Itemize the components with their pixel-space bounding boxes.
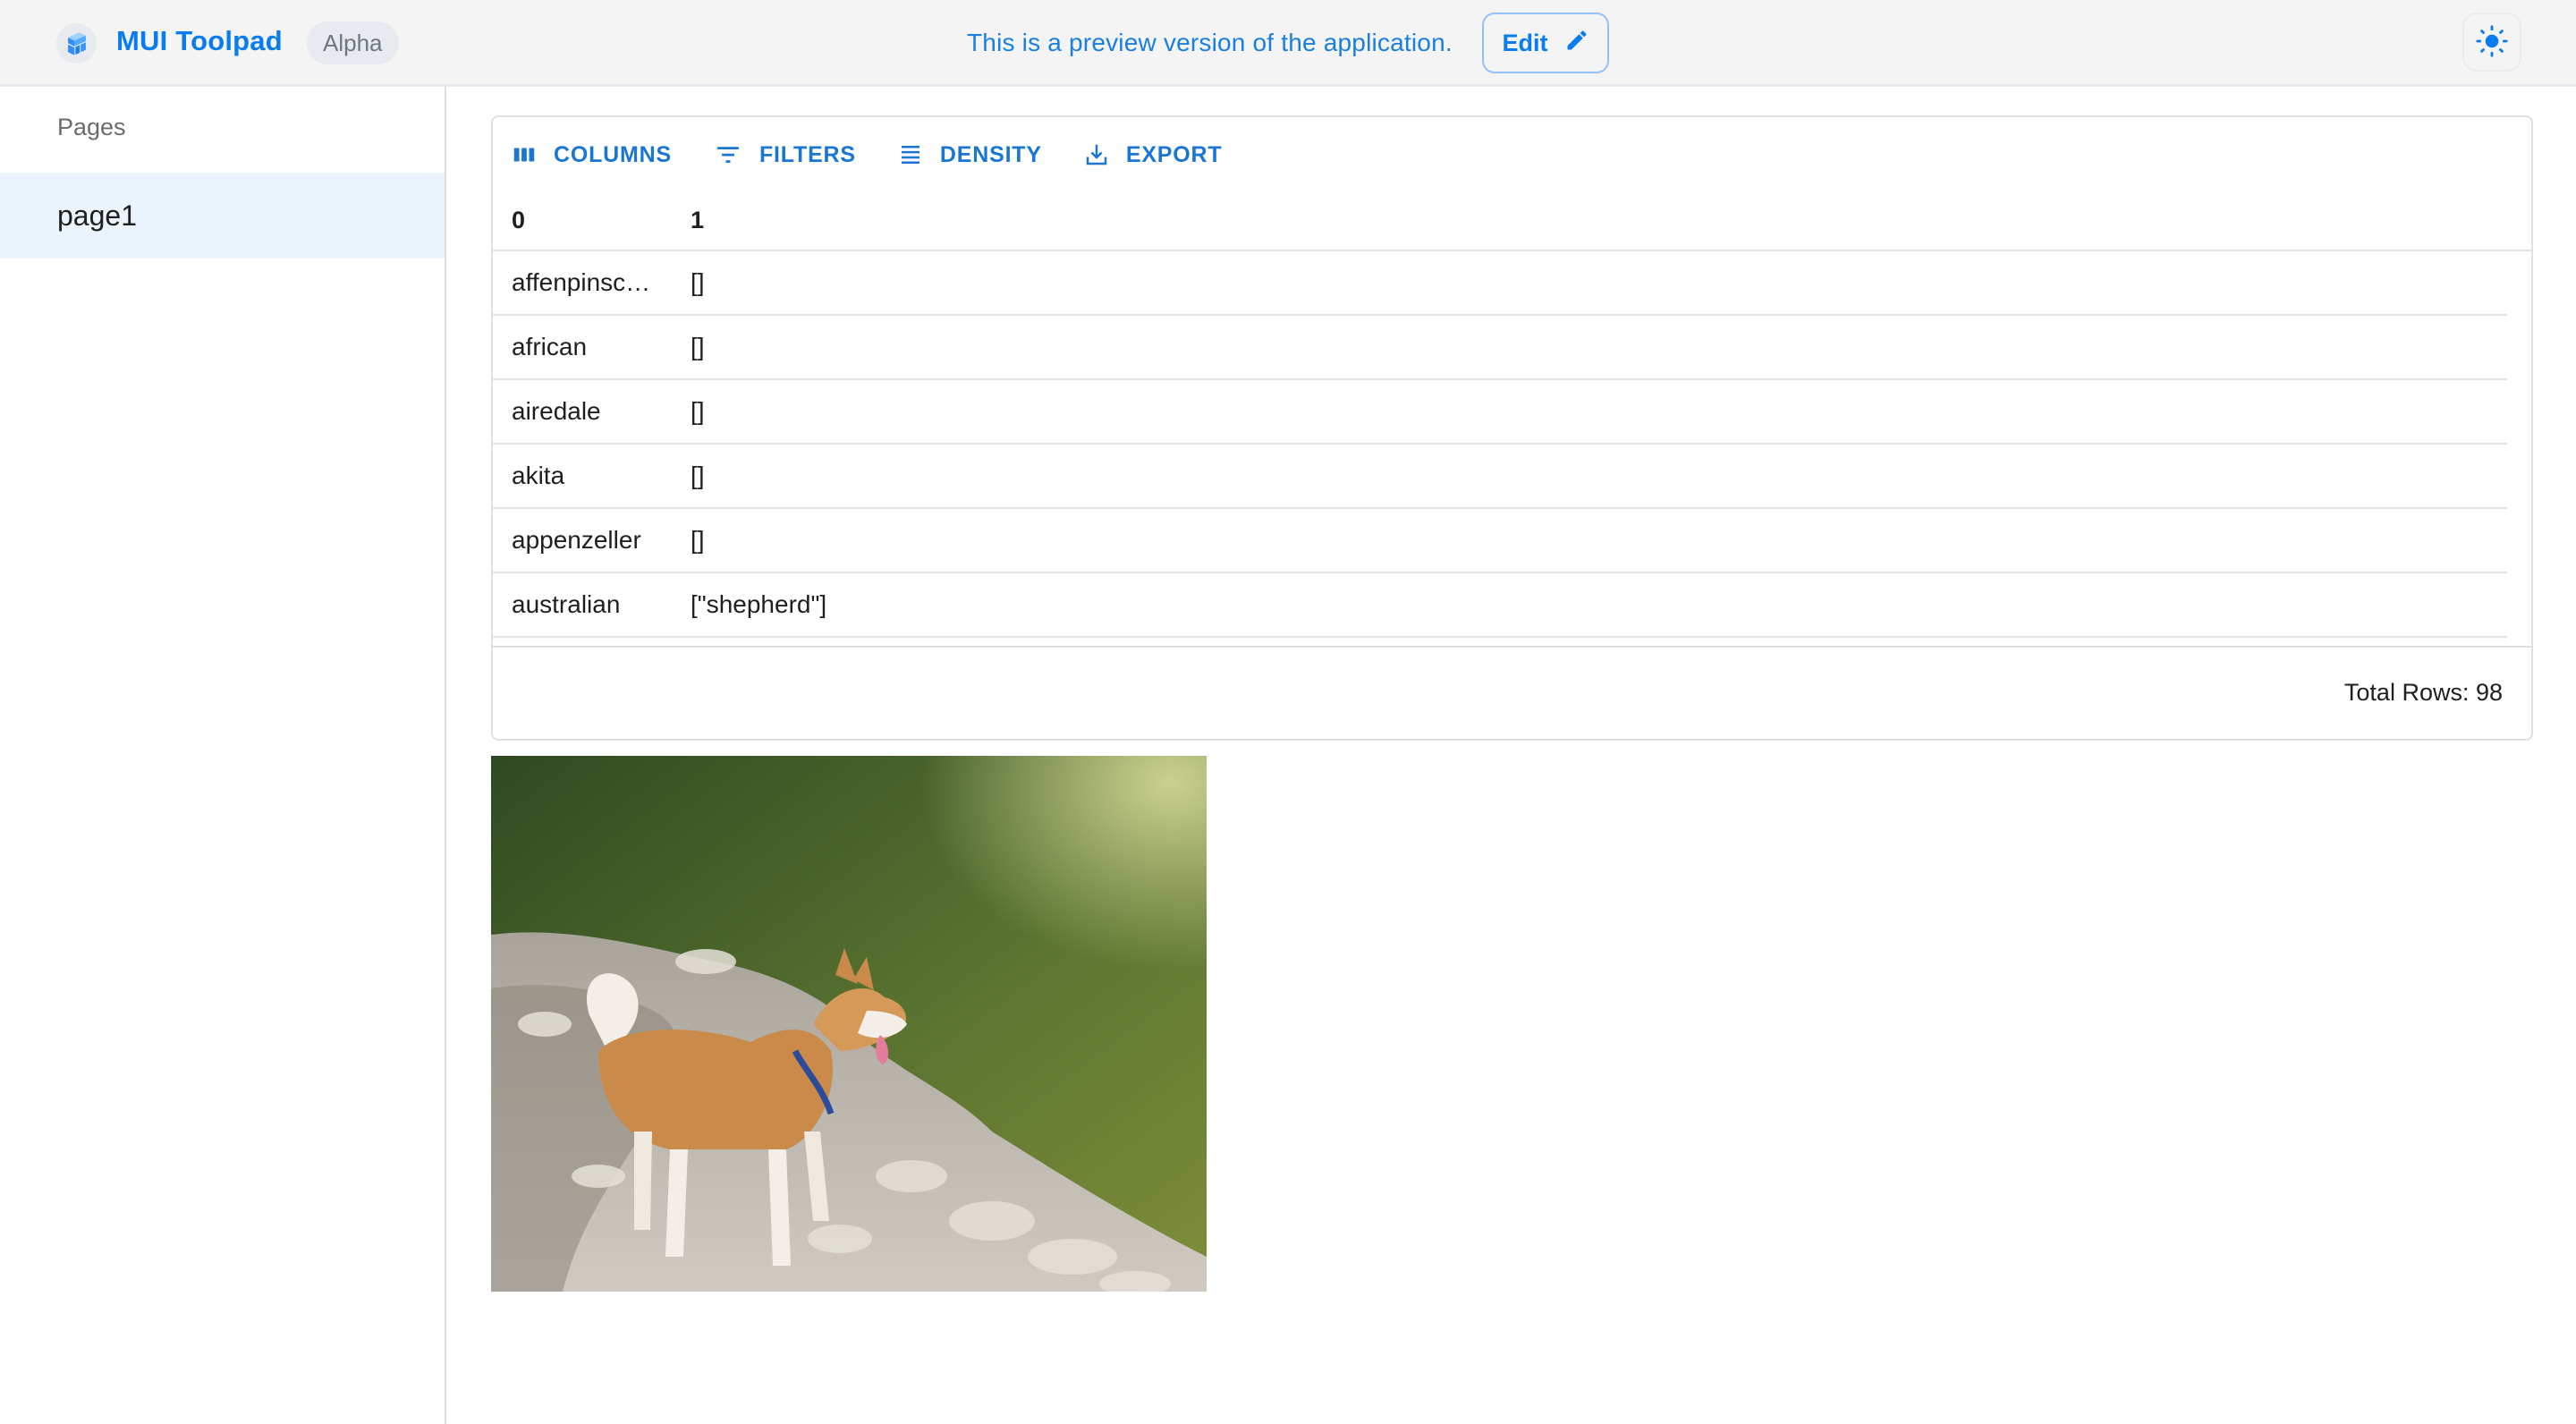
toolpad-logo-icon [56, 23, 97, 64]
table-row[interactable]: african [] [493, 316, 2507, 380]
download-icon [1083, 141, 1110, 168]
total-rows: Total Rows: 98 [2343, 679, 2503, 706]
density-icon [897, 141, 924, 168]
cell-breed[interactable]: akita [512, 445, 659, 507]
cell-sub-breeds[interactable]: [] [691, 445, 2390, 507]
grid-footer: Total Rows: 98 [493, 646, 2531, 741]
app-header: MUI Toolpad Alpha This is a preview vers… [0, 0, 2576, 87]
column-header-1[interactable]: 1 [691, 189, 704, 251]
edit-button-label: Edit [1502, 29, 1548, 56]
cell-breed[interactable]: australian [512, 573, 659, 636]
table-row[interactable]: appenzeller [] [493, 509, 2507, 573]
cell-sub-breeds[interactable]: [] [691, 380, 2390, 443]
sidebar-heading: Pages [57, 114, 126, 140]
theme-toggle-button[interactable] [2462, 13, 2521, 72]
table-row[interactable]: akita [] [493, 445, 2507, 509]
filter-list-icon [713, 141, 743, 168]
view-column-icon [511, 141, 538, 168]
columns-label: COLUMNS [554, 141, 672, 167]
table-row[interactable]: affenpinsc… [] [493, 251, 2507, 316]
grid-rows: affenpinsc… [] african [] airedale [] ak… [493, 251, 2507, 638]
cell-sub-breeds[interactable]: [] [691, 509, 2390, 572]
filters-button[interactable]: FILTERS [708, 138, 861, 172]
pencil-icon [1564, 28, 1589, 59]
cell-breed[interactable]: affenpinsc… [512, 251, 659, 314]
table-row[interactable]: airedale [] [493, 380, 2507, 445]
cell-breed[interactable]: airedale [512, 380, 659, 443]
density-button[interactable]: DENSITY [892, 138, 1047, 172]
sun-icon [2475, 24, 2509, 61]
sidebar: Pages page1 [0, 87, 446, 1424]
dog-image [491, 756, 1207, 1292]
column-header-0[interactable]: 0 [512, 189, 525, 251]
column-headers: 0 1 [493, 189, 2531, 251]
density-label: DENSITY [939, 141, 1042, 167]
table-row[interactable]: australian ["shepherd"] [493, 573, 2507, 638]
app-title: MUI Toolpad [116, 25, 283, 56]
alpha-badge: Alpha [307, 21, 399, 64]
cell-sub-breeds[interactable]: [] [691, 316, 2390, 378]
edit-button[interactable]: Edit [1482, 13, 1609, 73]
columns-button[interactable]: COLUMNS [505, 138, 677, 172]
cell-sub-breeds[interactable]: [] [691, 251, 2390, 314]
cell-sub-breeds[interactable]: ["shepherd"] [691, 573, 2390, 636]
export-button[interactable]: EXPORT [1078, 138, 1228, 172]
sidebar-item-page1[interactable]: page1 [0, 173, 445, 259]
cell-breed[interactable]: appenzeller [512, 509, 659, 572]
grid-toolbar: COLUMNS FILTERS DENSITY EXPORT [505, 137, 1258, 173]
data-grid: COLUMNS FILTERS DENSITY EXPORT 0 1 affen… [491, 115, 2533, 741]
filters-label: FILTERS [758, 141, 856, 167]
sidebar-item-label: page1 [57, 199, 137, 232]
cell-breed[interactable]: african [512, 316, 659, 378]
preview-message: This is a preview version of the applica… [967, 29, 1453, 56]
export-label: EXPORT [1125, 141, 1223, 167]
